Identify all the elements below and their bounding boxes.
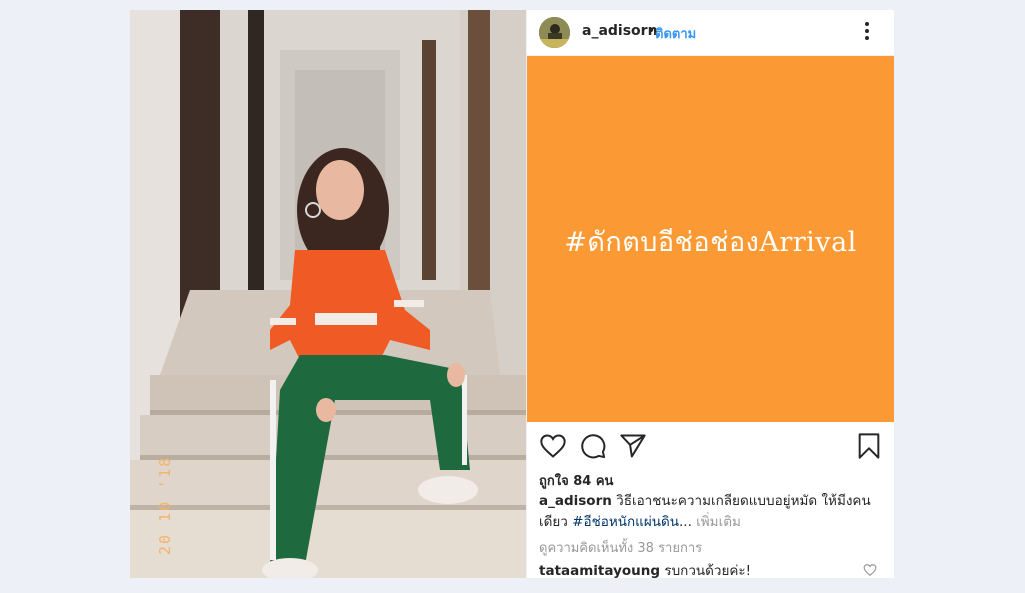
heart-icon[interactable] [539,432,567,460]
post-actions [527,428,894,464]
avatar-image [539,17,570,48]
post-image[interactable]: #ดักตบอีช่อช่องArrival [527,56,894,422]
post-caption: a_adisorn วิธีเอาชนะความเกลียดแบบอยู่หมั… [539,491,884,533]
comment-icon[interactable] [579,432,607,460]
caption-ellipsis: ... [679,514,692,530]
photo-panel: 20 10 '18 [130,10,526,578]
comment-username[interactable]: tataamitayoung [539,563,660,578]
avatar[interactable] [539,17,570,48]
send-icon[interactable] [619,432,647,460]
more-link[interactable]: เพิ่มเติม [696,514,741,530]
bookmark-icon[interactable] [855,432,883,460]
instagram-post: a_adisorn • ติดตาม #ดักตบอีช่อช่องArriva… [527,10,894,578]
photo-date-stamp: 20 10 '18 [156,456,174,555]
comment-item: tataamitayoung รบกวนด้วยค่ะ! [539,559,751,578]
view-all-comments-link[interactable]: ดูความคิดเห็นทั้ง 38 รายการ [539,537,702,558]
likes-count[interactable]: ถูกใจ 84 คน [539,470,613,491]
comment-heart-icon[interactable] [863,562,877,577]
caption-hashtag[interactable]: #อีช่อหนักแผ่นดิน [572,514,679,530]
post-header: a_adisorn • ติดตาม [527,10,894,56]
post-image-text: #ดักตบอีช่อช่องArrival [564,227,857,258]
caption-username[interactable]: a_adisorn [539,493,612,509]
follow-button[interactable]: ติดตาม [655,23,696,44]
more-icon[interactable] [859,19,875,45]
comment-text: รบกวนด้วยค่ะ! [664,563,752,578]
stairs-photo: 20 10 '18 [130,10,526,578]
